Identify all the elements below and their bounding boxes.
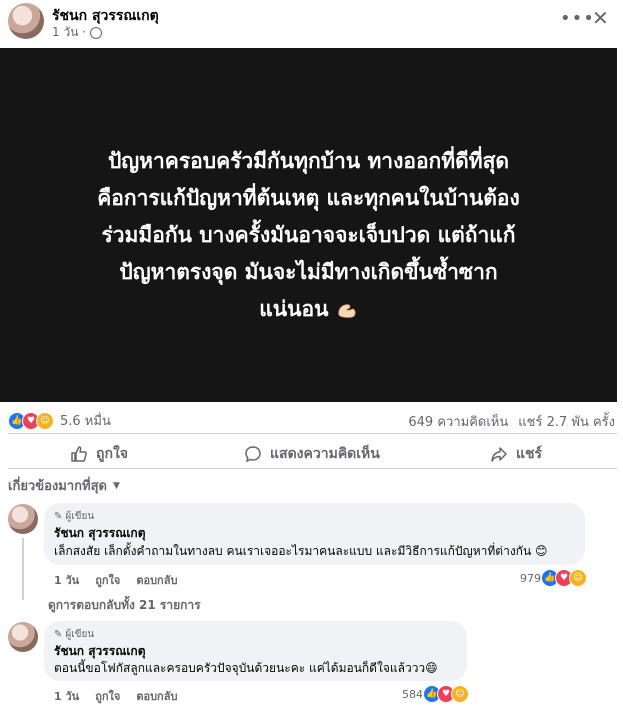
comment-reply-button[interactable]: ตอบกลับ — [136, 687, 177, 705]
reply-thread-line — [22, 538, 24, 600]
comment-button[interactable]: แสดงความคิดเห็น — [244, 443, 380, 465]
comment-text: ตอนนี้ขอโฟกัสลูกและครอบครัวปัจจุบันด้วยน… — [54, 661, 438, 675]
comment-reactions[interactable]: 979 👍 ♥ ☺ — [520, 569, 587, 587]
author-badge: ✎ ผู้เขียน — [54, 627, 94, 642]
post-text-line: ร่วมมือกัน บางครั้งมันอาจจะเจ็บปวด แต่ถ้… — [101, 223, 516, 247]
caret-down-icon: ▼ — [112, 480, 120, 491]
comment-like-button[interactable]: ถูกใจ — [95, 687, 120, 705]
shares-count-link[interactable]: แชร์ 2.7 พัน ครั้ง — [518, 411, 615, 432]
comment-sort-dropdown[interactable]: เกี่ยวข้องมากที่สุด ▼ — [8, 475, 120, 496]
globe-icon — [90, 26, 103, 39]
post-text-block: ปัญหาครอบครัวมีกันทุกบ้าน ทางออกที่ดีที่… — [0, 143, 617, 328]
share-arrow-icon — [491, 447, 507, 462]
post-text-line: ปัญหาตรงจุด มันจะไม่มีทางเกิดขึ้นซ้ำซาก — [119, 260, 498, 284]
reaction-summary[interactable]: 👍 ♥ ☺ 5.6 หมื่น — [8, 410, 111, 431]
comment-like-button[interactable]: ถูกใจ — [95, 571, 120, 589]
comment-bubble: ✎ ผู้เขียน รัชนก สุวรรณเกตุ เล็กสงสัย เล… — [44, 503, 585, 565]
post-time-text: 1 วัน · — [52, 25, 87, 39]
pencil-icon: ✎ — [54, 629, 63, 640]
commenter-avatar[interactable] — [8, 504, 38, 534]
comment-reaction-count: 979 — [520, 571, 541, 585]
view-replies-link[interactable]: ดูการตอบกลับทั้ง 21 รายการ — [48, 596, 201, 615]
comment-time[interactable]: 1 วัน — [54, 571, 79, 589]
post-time[interactable]: 1 วัน · — [52, 23, 103, 42]
commenter-avatar[interactable] — [8, 622, 38, 652]
comment-bubble: ✎ ผู้เขียน รัชนก สุวรรณเกตุ ตอนนี้ขอโฟกั… — [44, 621, 467, 681]
post-text-line: ปัญหาครอบครัวมีกันทุกบ้าน ทางออกที่ดีที่… — [107, 149, 510, 173]
ellipsis-icon[interactable]: ••• — [560, 8, 595, 29]
author-badge-label: ผู้เขียน — [65, 629, 95, 640]
post-text-line: แน่นอน — [259, 297, 329, 321]
author-badge-label: ผู้เขียน — [65, 511, 95, 522]
post-text-line: คือการแก้ปัญหาที่ต้นเหตุ และทุกคนในบ้านต… — [97, 186, 520, 210]
stats-right: 649 ความคิดเห็น แชร์ 2.7 พัน ครั้ง — [408, 411, 615, 432]
like-button[interactable]: ถูกใจ — [70, 443, 128, 465]
comment-reactions[interactable]: 584 👍 ♥ ☺ — [402, 685, 469, 703]
post-text-last-line: แน่นอน — [0, 291, 617, 328]
comment-reply-button[interactable]: ตอบกลับ — [136, 571, 177, 589]
comment-time[interactable]: 1 วัน — [54, 687, 79, 705]
comment-meta: 1 วัน ถูกใจ ตอบกลับ — [54, 571, 177, 589]
close-icon[interactable]: ✕ — [592, 6, 609, 30]
share-button-label: แชร์ — [516, 446, 543, 462]
thumbs-up-icon — [71, 446, 87, 462]
care-reaction-icon: ☺ — [36, 411, 54, 430]
comment-icon — [245, 446, 261, 463]
author-avatar[interactable] — [8, 3, 44, 39]
commenter-name[interactable]: รัชนก สุวรรณเกตุ — [54, 524, 145, 543]
comment-reaction-count: 584 — [402, 687, 423, 701]
care-reaction-icon: ☺ — [451, 685, 469, 703]
comment-text: เล็กสงสัย เล็กตั้งคำถามในทางลบ คนเราเจออ… — [54, 544, 548, 558]
like-button-label: ถูกใจ — [96, 446, 128, 462]
divider — [8, 468, 617, 469]
author-badge: ✎ ผู้เขียน — [54, 509, 94, 524]
comment-button-label: แสดงความคิดเห็น — [270, 446, 380, 462]
divider — [8, 433, 617, 434]
comment-sort-label: เกี่ยวข้องมากที่สุด — [8, 479, 107, 494]
reaction-count: 5.6 หมื่น — [60, 414, 111, 429]
pencil-icon: ✎ — [54, 511, 63, 522]
care-reaction-icon: ☺ — [569, 569, 587, 587]
share-button[interactable]: แชร์ — [490, 443, 542, 465]
comment-meta: 1 วัน ถูกใจ ตอบกลับ — [54, 687, 177, 705]
comments-count-link[interactable]: 649 ความคิดเห็น — [408, 411, 508, 432]
flexed-biceps-icon — [338, 304, 356, 318]
